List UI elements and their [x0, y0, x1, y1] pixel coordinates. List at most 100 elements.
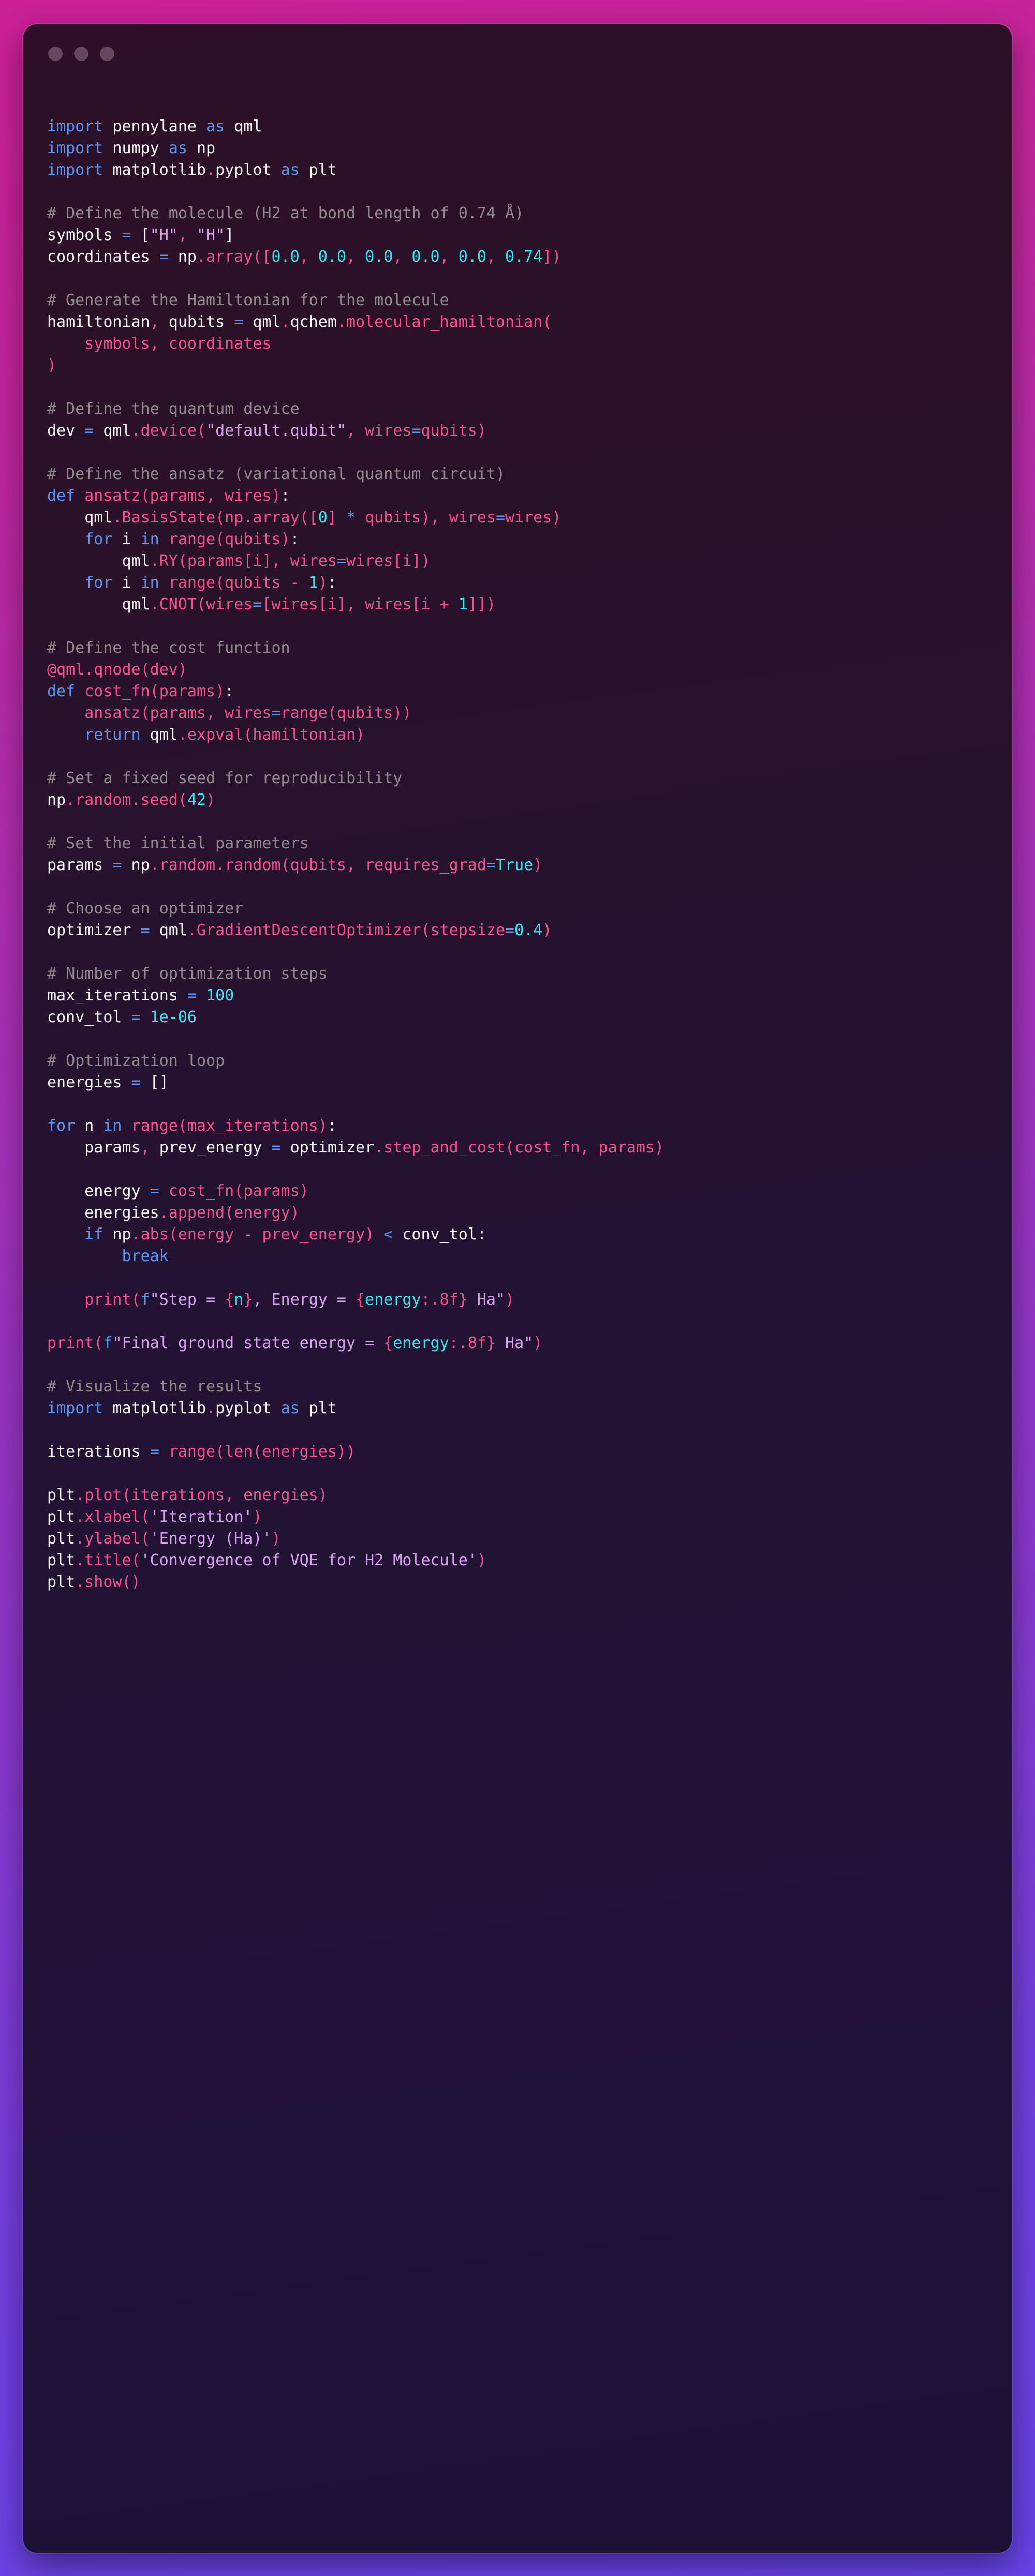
code-line: energies = [] [47, 1072, 1007, 1094]
code-token: qml [94, 422, 131, 440]
code-line: # Visualize the results [47, 1376, 1007, 1398]
code-token: = [150, 1182, 159, 1200]
code-token: = [140, 921, 150, 939]
code-token: .plot(iterations, energies) [75, 1486, 328, 1504]
code-token: qml [47, 552, 150, 570]
code-token: as [280, 1399, 300, 1417]
code-token: conv_tol [47, 1008, 131, 1026]
code-token: # Number of optimization steps [47, 965, 328, 983]
code-token: = [112, 856, 122, 874]
code-token: pennylane [103, 117, 206, 136]
code-line: dev = qml.device("default.qubit", wires=… [47, 420, 1007, 442]
code-token: qchem [290, 313, 337, 331]
code-token: symbols [47, 226, 122, 244]
code-token: ) [318, 574, 328, 592]
code-token: range(len(energies)) [168, 1443, 356, 1461]
code-token: + [439, 595, 459, 613]
code-line: print(f"Step = {n}, Energy = {energy:.8f… [47, 1289, 1007, 1311]
code-token: : [327, 1117, 337, 1135]
code-token: ) [477, 1551, 486, 1569]
code-token: * [346, 508, 356, 527]
code-line: print(f"Final ground state energy = {ene… [47, 1332, 1007, 1354]
code-token: ) [505, 1291, 515, 1309]
code-token: cost_fn(params) [75, 682, 225, 700]
code-token: qubits) [421, 422, 486, 440]
code-line: params = np.random.random(qubits, requir… [47, 855, 1007, 876]
code-token: .step_and_cost(cost_fn, params) [374, 1139, 664, 1157]
minimize-dot-icon[interactable] [74, 47, 88, 61]
code-token: = [84, 422, 94, 440]
code-token: matplotlib [103, 1399, 206, 1417]
code-token: ) [47, 356, 57, 375]
code-token: .ylabel( [75, 1530, 150, 1548]
maximize-dot-icon[interactable] [100, 47, 114, 61]
code-token: def [47, 487, 76, 505]
code-token: @qml.qnode(dev) [47, 661, 187, 679]
code-token: energies [47, 1204, 159, 1222]
code-token: ansatz(params, wires [47, 704, 272, 722]
code-token: .random. [150, 856, 225, 874]
code-token: energy [47, 1182, 150, 1200]
code-token: Ha" [467, 1291, 506, 1309]
code-line: # Set the initial parameters [47, 833, 1007, 855]
close-dot-icon[interactable] [48, 47, 63, 61]
code-token: .append(energy) [159, 1204, 300, 1222]
code-token: . [280, 313, 290, 331]
code-token: [wires[i], wires[i [262, 595, 440, 613]
code-token: . [206, 161, 216, 179]
code-line: # Choose an optimizer [47, 898, 1007, 920]
code-token: wires[i]) [346, 552, 431, 570]
code-line: hamiltonian, qubits = qml.qchem.molecula… [47, 311, 1007, 333]
code-token: "Final ground state energy = [112, 1334, 384, 1352]
code-line: max_iterations = 100 [47, 985, 1007, 1007]
code-token: coordinates [47, 248, 159, 266]
code-token: = [122, 226, 131, 244]
code-token: plt [299, 1399, 337, 1417]
code-token: plt [47, 1486, 76, 1504]
code-token: ([ [253, 248, 272, 266]
code-token: energies [47, 1073, 131, 1091]
code-token: .xlabel( [75, 1508, 150, 1526]
code-token: "Step = [150, 1291, 225, 1309]
code-line: iterations = range(len(energies)) [47, 1441, 1007, 1463]
code-token: array [206, 248, 253, 266]
code-line: ansatz(params, wires=range(qubits)) [47, 702, 1007, 724]
code-token: . [197, 248, 206, 266]
code-token: = [271, 704, 281, 722]
code-window: import pennylane as qml import numpy as n… [23, 24, 1012, 2553]
code-line: import matplotlib.pyplot as plt [47, 1398, 1007, 1419]
code-token: ) [253, 1508, 262, 1526]
code-token: if [47, 1225, 103, 1244]
code-token: qml [150, 921, 187, 939]
code-token: :.8f} [421, 1291, 468, 1309]
code-token: import [47, 161, 103, 179]
code-token: = [253, 595, 262, 613]
code-line: energy = cost_fn(params) [47, 1180, 1007, 1202]
code-token: = [159, 248, 169, 266]
code-line: symbols, coordinates [47, 333, 1007, 355]
code-token: = [187, 986, 197, 1005]
code-token: : [290, 530, 300, 548]
code-line: qml.BasisState(np.array([0] * qubits), w… [47, 507, 1007, 529]
code-token: plt [299, 161, 337, 179]
code-line: @qml.qnode(dev) [47, 659, 1007, 681]
code-token: ) [271, 1530, 281, 1548]
code-line: params, prev_energy = optimizer.step_and… [47, 1137, 1007, 1159]
code-token: .BasisState(np.array([ [112, 508, 318, 527]
code-token: 'Convergence of VQE for H2 Molecule' [140, 1551, 477, 1569]
code-token: .CNOT(wires [150, 595, 253, 613]
code-token: iterations [47, 1443, 150, 1461]
code-line: # Generate the Hamiltonian for the molec… [47, 290, 1007, 311]
code-token: numpy [103, 139, 169, 157]
